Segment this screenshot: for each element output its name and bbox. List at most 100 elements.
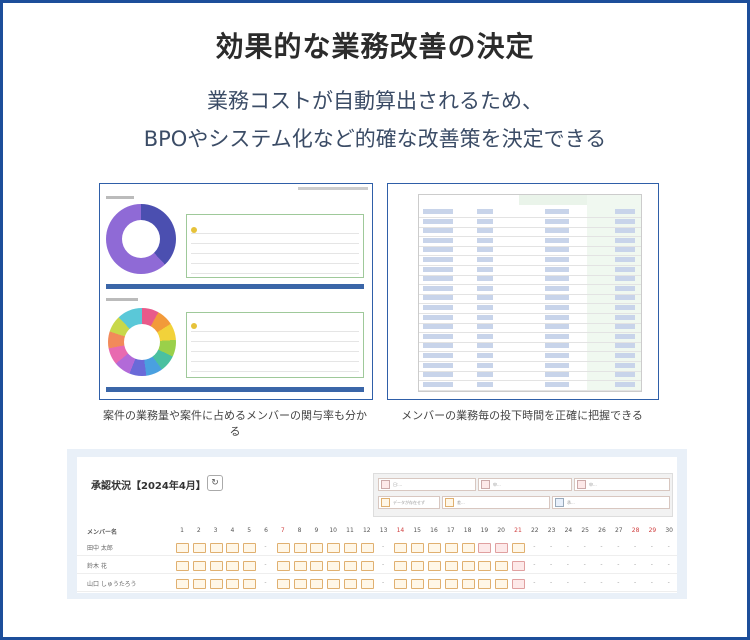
day-status-cell[interactable] [293,543,307,553]
day-status-cell[interactable] [512,543,525,553]
day-status-cell[interactable] [226,543,240,553]
day-status-cell[interactable]: - [562,579,573,587]
day-status-cell[interactable] [310,579,324,589]
day-status-cell[interactable]: - [546,543,557,551]
day-status-cell[interactable] [243,543,257,553]
day-status-cell[interactable] [478,543,492,553]
day-status-cell[interactable] [444,579,458,589]
table-cell [423,372,453,378]
day-status-cell[interactable]: - [260,579,271,587]
table-cell [477,381,493,387]
day-status-cell[interactable] [478,579,492,589]
day-status-cell[interactable] [411,561,425,571]
day-status-cell[interactable]: - [613,579,624,587]
day-status-cell[interactable] [360,579,374,589]
day-status-cell[interactable] [276,543,290,553]
day-status-cell[interactable]: - [378,579,389,587]
day-status-cell[interactable] [243,579,257,589]
day-status-cell[interactable]: - [596,561,607,569]
day-status-cell[interactable] [243,561,257,571]
day-status-cell[interactable] [512,579,525,589]
day-status-cell[interactable] [344,561,357,571]
day-status-cell[interactable] [394,561,408,571]
day-status-cell[interactable] [495,579,509,589]
day-status-cell[interactable] [428,579,441,589]
day-status-cell[interactable] [512,561,525,571]
day-status-cell[interactable] [495,543,509,553]
ranking-panel-1 [186,214,364,278]
day-status-cell[interactable]: - [579,561,590,569]
day-status-cell[interactable]: - [646,561,657,569]
day-status-cell[interactable] [461,561,475,571]
day-status-cell[interactable]: - [260,561,271,569]
day-status-cell[interactable] [478,561,492,571]
day-status-cell[interactable]: - [562,543,573,551]
day-status-cell[interactable]: - [546,579,557,587]
day-status-cell[interactable]: - [646,579,657,587]
day-status-cell[interactable]: - [613,561,624,569]
day-status-cell[interactable]: - [613,543,624,551]
refresh-icon[interactable]: ↻ [207,475,223,491]
day-status-cell[interactable] [327,561,341,571]
day-status-cell[interactable] [344,543,357,553]
day-status-cell[interactable] [344,579,357,589]
day-status-cell[interactable] [394,579,408,589]
day-status-cell[interactable] [327,579,341,589]
detail-button-2[interactable] [106,387,364,392]
day-status-cell[interactable]: - [260,543,271,551]
day-status-cell[interactable]: - [562,561,573,569]
left-caption: 案件の業務量や案件に占めるメンバーの関与率も分かる [103,409,367,438]
day-status-cell[interactable]: - [579,579,590,587]
day-status-cell[interactable]: - [630,579,641,587]
day-status-cell[interactable] [192,543,206,553]
day-status-cell[interactable] [176,543,189,553]
day-status-cell[interactable] [209,561,223,571]
day-status-cell[interactable] [276,561,290,571]
day-status-cell[interactable]: - [529,543,540,551]
day-status-cell[interactable] [176,561,189,571]
day-status-cell[interactable]: - [596,579,607,587]
day-status-cell[interactable] [293,561,307,571]
day-status-cell[interactable] [192,561,206,571]
day-status-cell[interactable] [310,561,324,571]
day-status-cell[interactable] [411,543,425,553]
day-status-cell[interactable] [444,561,458,571]
day-status-cell[interactable]: - [579,543,590,551]
day-status-cell[interactable] [411,579,425,589]
day-status-cell[interactable]: - [529,579,540,587]
day-status-cell[interactable] [461,543,475,553]
day-status-cell[interactable] [495,561,509,571]
day-status-cell[interactable] [192,579,206,589]
day-header: 18 [463,527,472,534]
day-status-cell[interactable]: - [546,561,557,569]
day-status-cell[interactable] [276,579,290,589]
day-header: 13 [379,527,388,534]
detail-button-1[interactable] [106,284,364,289]
day-status-cell[interactable] [293,579,307,589]
table-row [419,380,641,391]
day-status-cell[interactable] [310,543,324,553]
day-status-cell[interactable] [360,561,374,571]
day-status-cell[interactable] [226,561,240,571]
day-status-cell[interactable]: - [663,561,674,569]
day-status-cell[interactable] [176,579,189,589]
day-status-cell[interactable]: - [663,579,674,587]
day-status-cell[interactable] [226,579,240,589]
day-status-cell[interactable] [209,543,223,553]
day-status-cell[interactable]: - [378,561,389,569]
day-status-cell[interactable] [444,543,458,553]
day-status-cell[interactable] [327,543,341,553]
day-status-cell[interactable]: - [663,543,674,551]
day-status-cell[interactable] [209,579,223,589]
day-status-cell[interactable]: - [596,543,607,551]
day-status-cell[interactable] [428,543,441,553]
day-status-cell[interactable]: - [630,561,641,569]
day-status-cell[interactable]: - [378,543,389,551]
day-status-cell[interactable]: - [646,543,657,551]
day-status-cell[interactable] [394,543,408,553]
day-status-cell[interactable] [360,543,374,553]
day-status-cell[interactable] [428,561,441,571]
day-status-cell[interactable] [461,579,475,589]
day-status-cell[interactable]: - [630,543,641,551]
day-status-cell[interactable]: - [529,561,540,569]
